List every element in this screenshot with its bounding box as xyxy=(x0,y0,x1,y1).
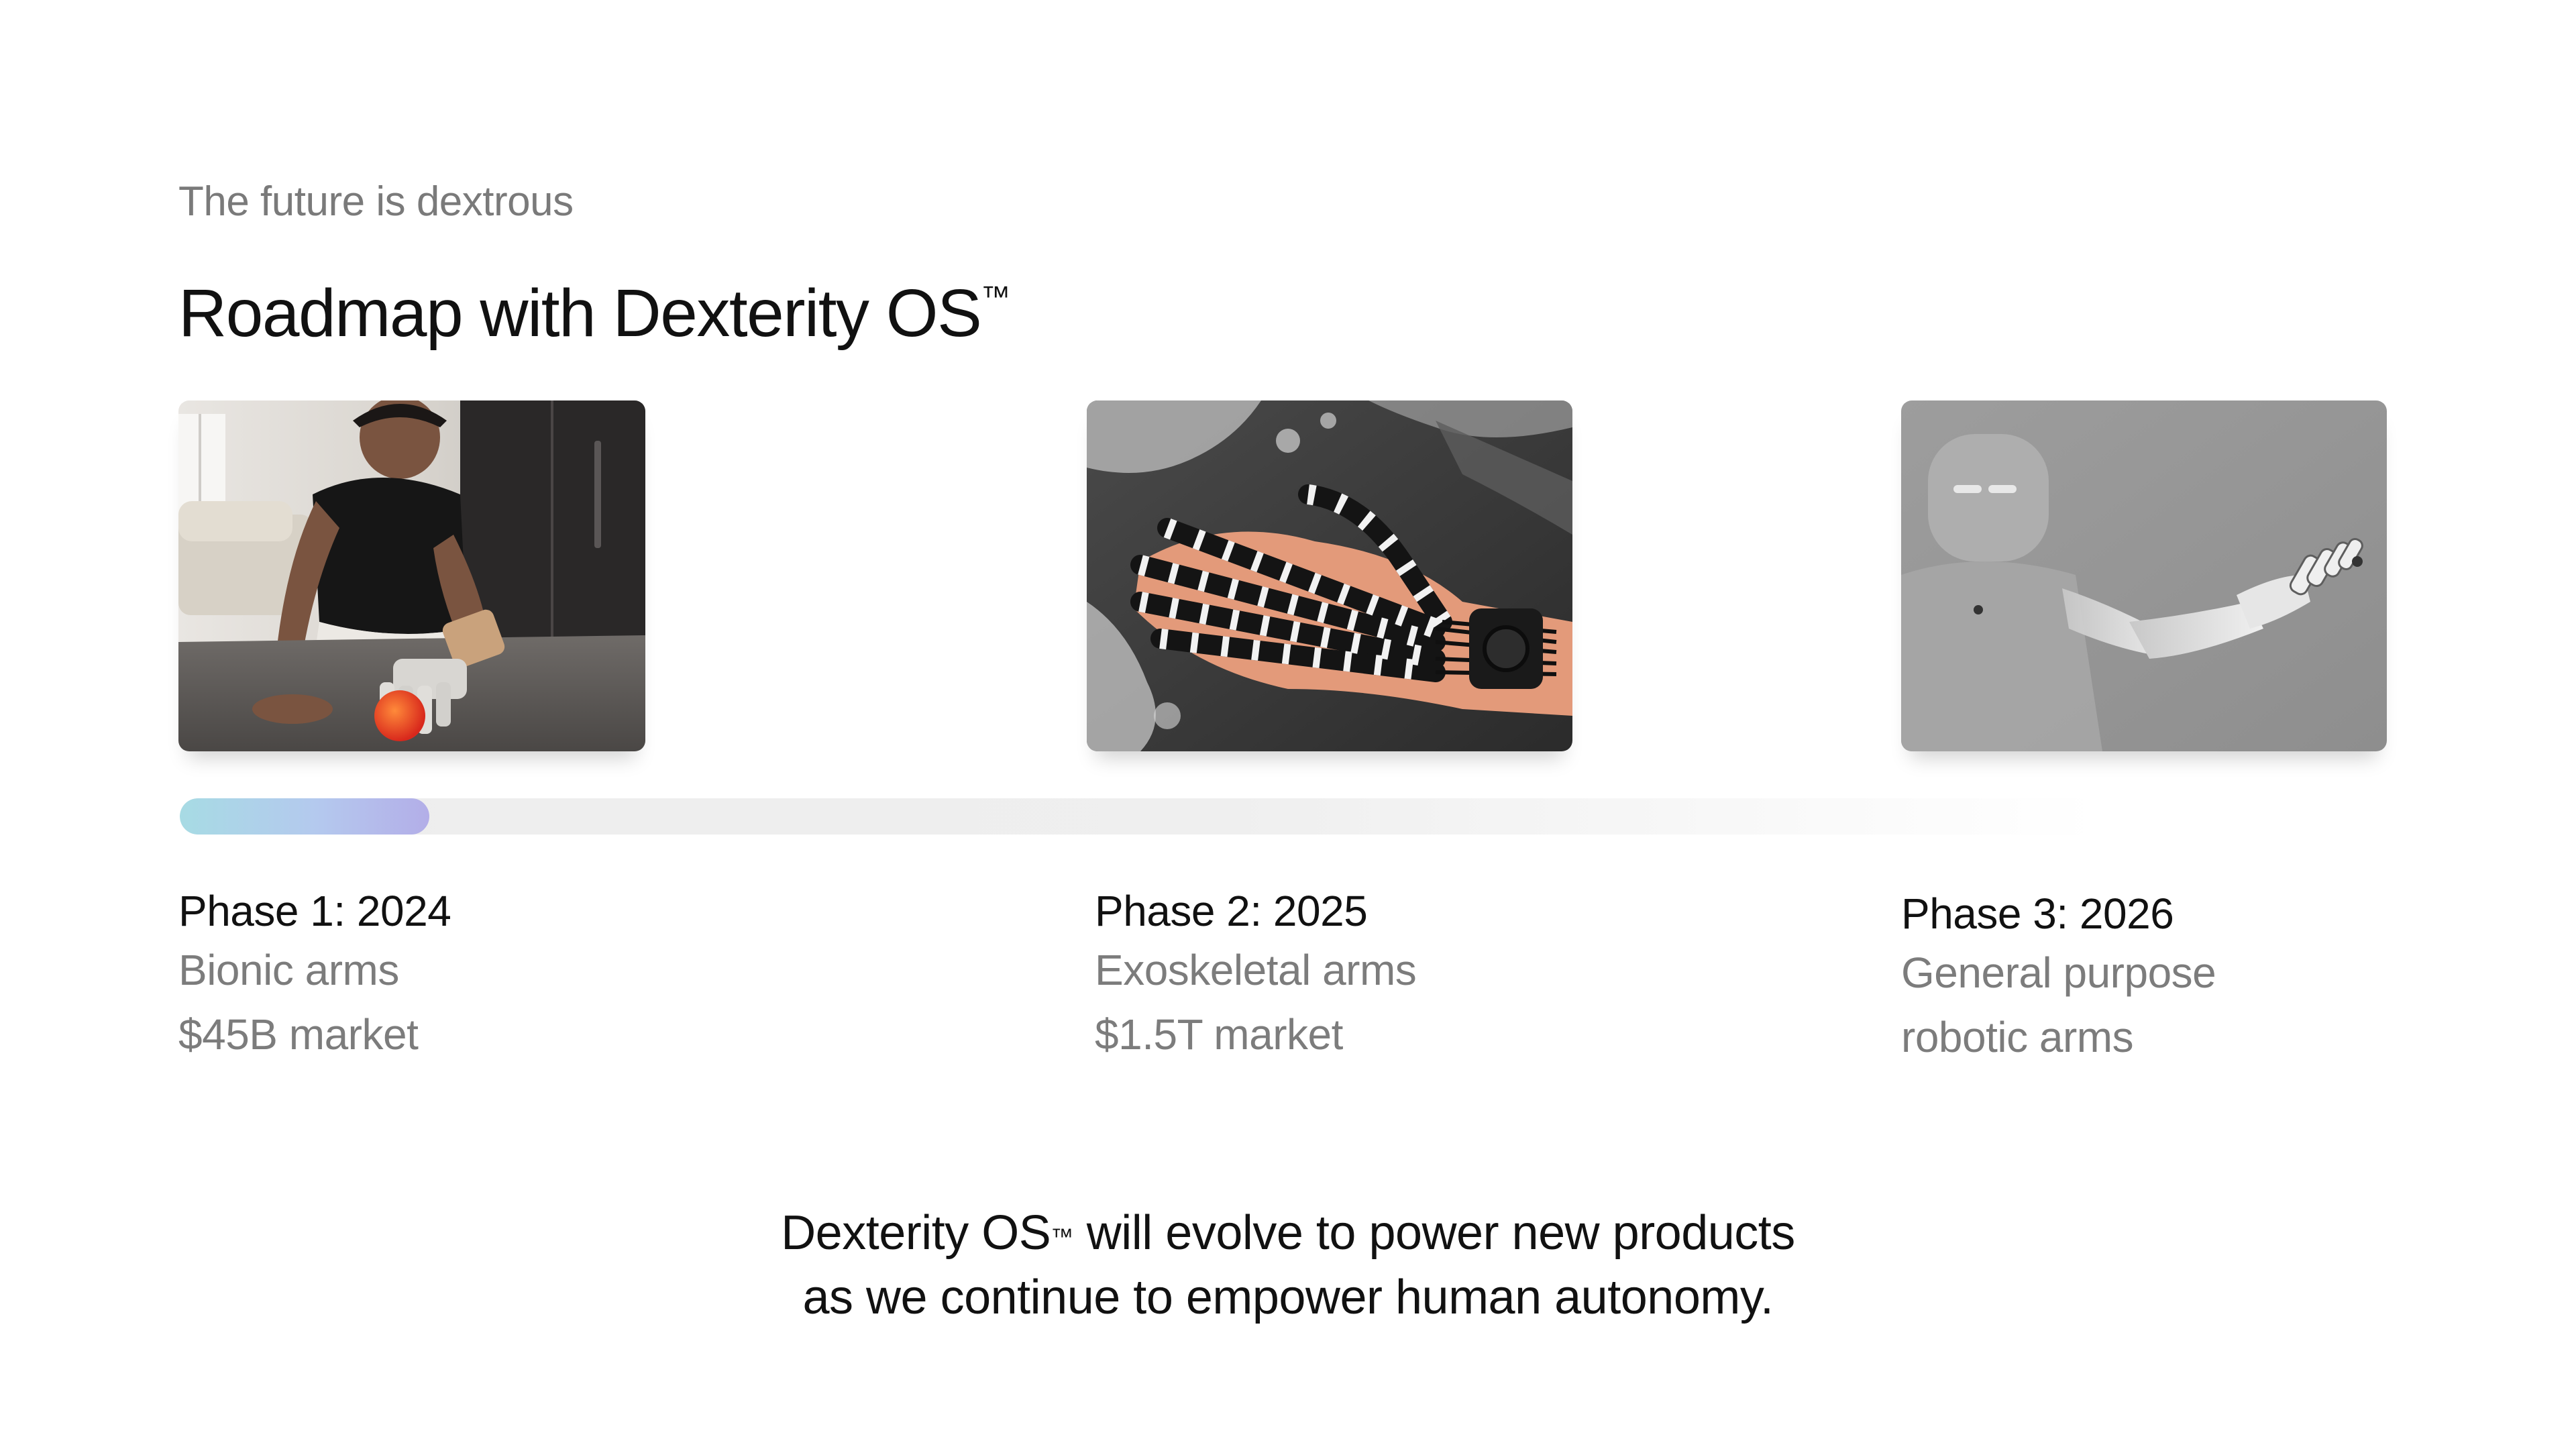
phase-1-product: Bionic arms xyxy=(178,946,399,994)
phase-1-title: Phase 1: 2024 xyxy=(178,887,451,935)
phase-2-product: Exoskeletal arms xyxy=(1095,946,1417,994)
phase-2-market: $1.5T market xyxy=(1095,1010,1343,1059)
phase-3-product-line-2: robotic arms xyxy=(1901,1013,2134,1061)
closing-statement: Dexterity OS™ will evolve to power new p… xyxy=(0,1201,2576,1330)
closing-line-1: Dexterity OS™ will evolve to power new p… xyxy=(0,1201,2576,1265)
closing-line-2: as we continue to empower human autonomy… xyxy=(802,1271,1774,1324)
phase-3-block: Phase 3: 2026 General purpose robotic ar… xyxy=(1901,887,2505,1069)
person-with-bionic-arm-photo xyxy=(178,400,645,751)
phase-3-title: Phase 3: 2026 xyxy=(1901,890,2174,938)
roadmap-progress-track xyxy=(180,798,2098,835)
slide-title: Roadmap with Dexterity OS™ xyxy=(178,275,1010,352)
bionic-arm-illustration xyxy=(178,400,645,751)
closing-line-1-rest: will evolve to power new products xyxy=(1073,1206,1796,1260)
slide-eyebrow: The future is dextrous xyxy=(178,178,574,225)
phase-1-block: Phase 1: 2024 Bionic arms $45B market xyxy=(178,884,782,1067)
phase-3-product-line-1: General purpose xyxy=(1901,949,2216,997)
roadmap-slide: The future is dextrous Roadmap with Dext… xyxy=(0,0,2576,1449)
humanoid-robot-illustration xyxy=(1901,400,2387,751)
exoskeletal-glove-photo xyxy=(1087,400,1572,751)
slide-title-text: Roadmap with Dexterity OS xyxy=(178,276,982,351)
closing-trademark-symbol: ™ xyxy=(1051,1224,1074,1250)
exoskeletal-glove-illustration xyxy=(1087,400,1572,751)
phase-2-title: Phase 2: 2025 xyxy=(1095,887,1368,935)
closing-product-name: Dexterity OS xyxy=(781,1206,1051,1260)
phase-1-market: $45B market xyxy=(178,1010,419,1059)
trademark-symbol: ™ xyxy=(981,280,1011,313)
phase-2-block: Phase 2: 2025 Exoskeletal arms $1.5T mar… xyxy=(1095,884,1699,1067)
humanoid-robot-arm-photo xyxy=(1901,400,2387,751)
roadmap-progress-fill xyxy=(180,798,429,835)
